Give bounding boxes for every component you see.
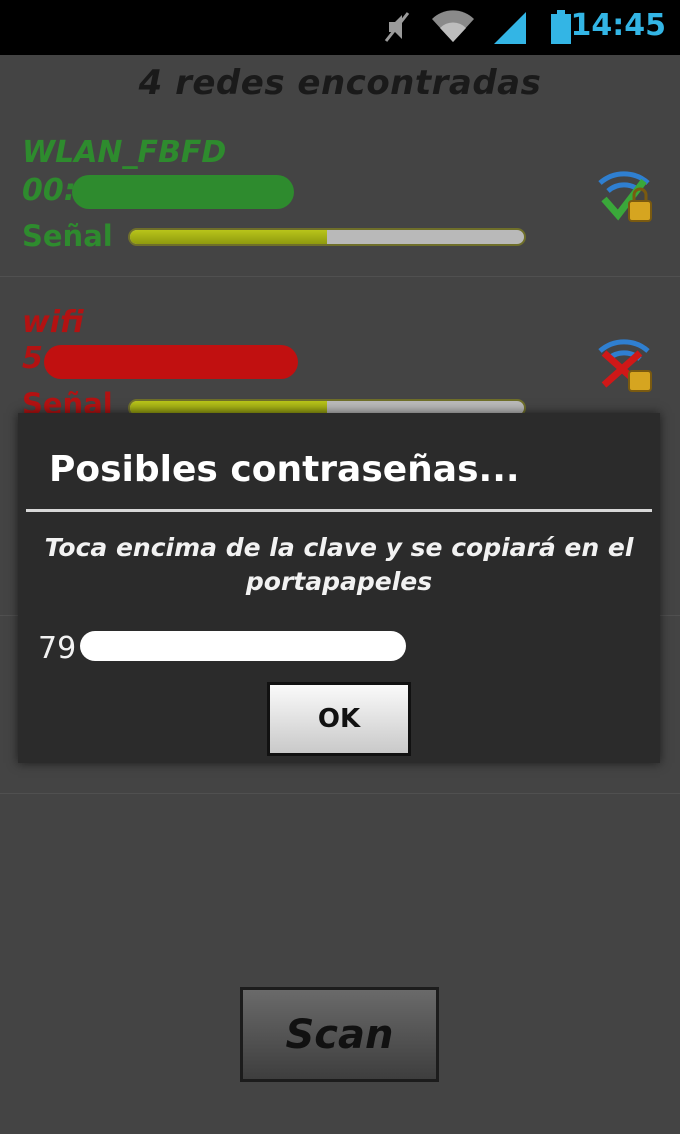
- mute-icon: [384, 12, 410, 42]
- wifi-icon: [432, 10, 474, 42]
- mac-redaction: [44, 345, 298, 379]
- signal-bar: [128, 228, 526, 246]
- wifi-lock-fail-icon: [598, 339, 652, 392]
- networks-found-title: 4 redes encontradas: [138, 63, 542, 103]
- wifi-lock-ok-icon: [598, 171, 652, 222]
- dialog-title: Posibles contraseñas...: [49, 449, 520, 490]
- status-bar: 14:45: [0, 0, 680, 55]
- passwords-dialog: Posibles contraseñas... Toca encima de l…: [18, 413, 660, 763]
- signal-label: Señal: [22, 219, 113, 253]
- mac-redaction: [72, 175, 294, 209]
- network-ssid: wifi: [22, 305, 84, 340]
- clock: 14:45: [570, 8, 667, 43]
- scan-button[interactable]: Scan: [240, 987, 439, 1082]
- network-ssid: WLAN_FBFD: [22, 135, 227, 170]
- ok-button[interactable]: OK: [267, 682, 411, 756]
- network-item[interactable]: wifi 5 Señal: [0, 295, 680, 421]
- password-redaction: [80, 631, 406, 661]
- dialog-message: Toca encima de la clave y se copiará en …: [44, 533, 634, 596]
- password-item[interactable]: 79: [38, 631, 76, 666]
- network-mac: 00:: [22, 173, 76, 208]
- signal-fill: [130, 230, 327, 244]
- battery-icon: [551, 10, 571, 44]
- list-divider: [0, 793, 680, 794]
- network-mac: 5: [22, 341, 43, 376]
- cell-signal-icon: [494, 12, 526, 44]
- network-item[interactable]: WLAN_FBFD 00: Señal: [0, 125, 680, 277]
- dialog-divider: [26, 509, 652, 512]
